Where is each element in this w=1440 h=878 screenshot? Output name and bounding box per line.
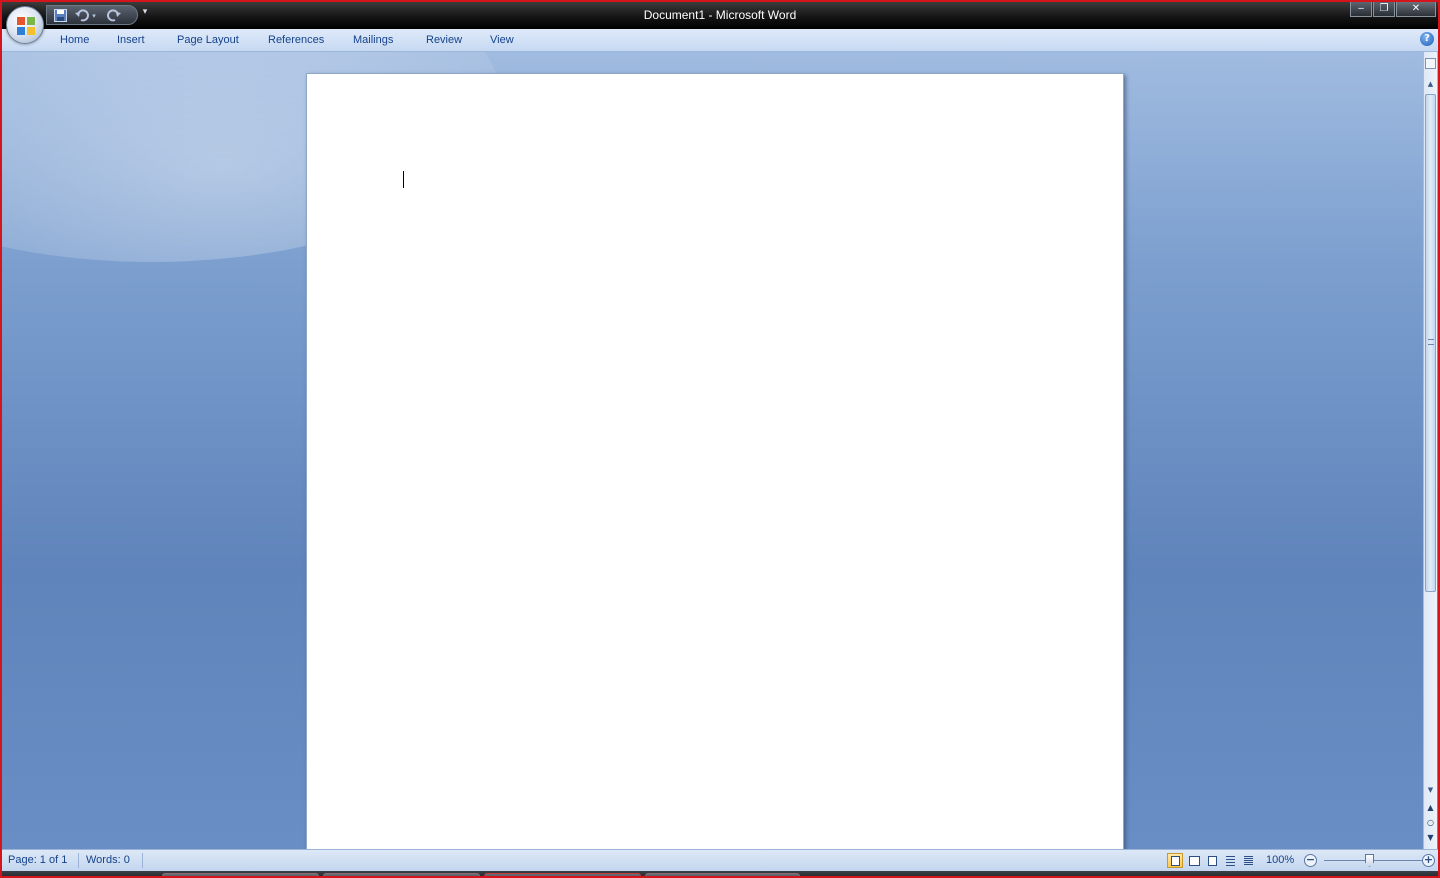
arrow-down-icon: ▼ [1427,786,1434,794]
status-bar: Page: 1 of 1 Words: 0 100% − + [2,849,1438,871]
scroll-thumb[interactable] [1425,94,1436,592]
chevron-down-icon: ▾ [92,11,96,20]
status-divider [78,853,79,868]
tab-review[interactable]: Review [426,34,462,46]
browse-object-icon: ○ [1427,818,1434,827]
taskbar-button[interactable] [323,873,480,876]
office-logo-icon [17,17,35,35]
plus-icon: + [1423,853,1434,866]
double-down-icon: ▼ [1427,833,1434,842]
customize-qat-button[interactable]: ▾ [138,7,152,23]
double-up-icon: ▲ [1427,803,1434,812]
tab-view[interactable]: View [490,34,514,46]
web-layout-button[interactable] [1204,853,1220,868]
minimize-icon: ‒ [1357,3,1365,14]
print-layout-button[interactable] [1167,853,1183,868]
tab-references[interactable]: References [268,34,324,46]
full-screen-reading-button[interactable] [1186,853,1202,868]
view-ruler-button[interactable] [1425,58,1436,69]
taskbar-button[interactable] [162,873,319,876]
minus-icon: − [1305,853,1316,866]
ribbon-tab-bar: Home Insert Page Layout References Maili… [2,29,1438,52]
word-count[interactable]: Words: 0 [86,854,130,866]
save-icon [53,9,67,22]
taskbar-button[interactable] [645,873,800,876]
outline-button[interactable] [1222,853,1238,868]
web-layout-icon [1208,856,1217,866]
zoom-out-button[interactable]: − [1304,854,1317,867]
tab-page-layout[interactable]: Page Layout [177,34,239,46]
draft-button[interactable] [1240,853,1256,868]
redo-button[interactable] [105,7,123,24]
window-controls: ‒ ❐ ✕ [1349,2,1436,19]
undo-dropdown[interactable]: ▾ [89,7,99,24]
text-cursor [403,171,404,188]
taskbar-button-active[interactable] [484,873,641,876]
select-browse-object-button[interactable]: ○ [1424,816,1437,830]
outline-icon [1226,856,1235,866]
tab-mailings[interactable]: Mailings [353,34,393,46]
document-body[interactable] [403,170,1027,190]
title-bar[interactable]: Document1 - Microsoft Word ▾ ▾ ‒ ❐ ✕ [2,2,1438,29]
restore-icon: ❐ [1379,3,1389,14]
tab-insert[interactable]: Insert [117,34,145,46]
reading-icon [1189,856,1200,866]
scroll-down-button[interactable]: ▼ [1424,784,1437,796]
tab-home[interactable]: Home [60,34,89,46]
customize-icon: ▾ [142,7,148,17]
grip-icon [1428,339,1434,345]
zoom-level[interactable]: 100% [1266,854,1294,866]
draft-icon [1244,856,1253,866]
zoom-in-button[interactable]: + [1422,854,1435,867]
page-count[interactable]: Page: 1 of 1 [8,854,67,866]
save-button[interactable] [51,7,69,24]
close-button[interactable]: ✕ [1396,2,1436,17]
status-divider [142,853,143,868]
minimize-button[interactable]: ‒ [1350,2,1372,17]
previous-page-button[interactable]: ▲ [1424,801,1437,815]
print-layout-icon [1171,856,1180,866]
taskbar [2,871,1438,876]
window-title: Document1 - Microsoft Word [643,8,797,22]
arrow-up-icon: ▲ [1427,80,1434,88]
document-page[interactable] [306,73,1124,853]
help-icon[interactable]: ? [1420,32,1434,46]
word-window: Document1 - Microsoft Word ▾ ▾ ‒ ❐ ✕ Hom… [0,0,1440,878]
vertical-scrollbar[interactable]: ▲ ▼ ▲ ○ ▼ [1423,52,1437,849]
restore-button[interactable]: ❐ [1373,2,1395,17]
scroll-up-button[interactable]: ▲ [1424,78,1437,90]
quick-access-toolbar: ▾ [46,5,138,25]
redo-icon [107,9,121,22]
undo-icon [75,9,89,22]
close-icon: ✕ [1411,3,1421,14]
zoom-slider-thumb[interactable] [1365,854,1374,867]
next-page-button[interactable]: ▼ [1424,831,1437,845]
office-button[interactable] [6,6,44,44]
